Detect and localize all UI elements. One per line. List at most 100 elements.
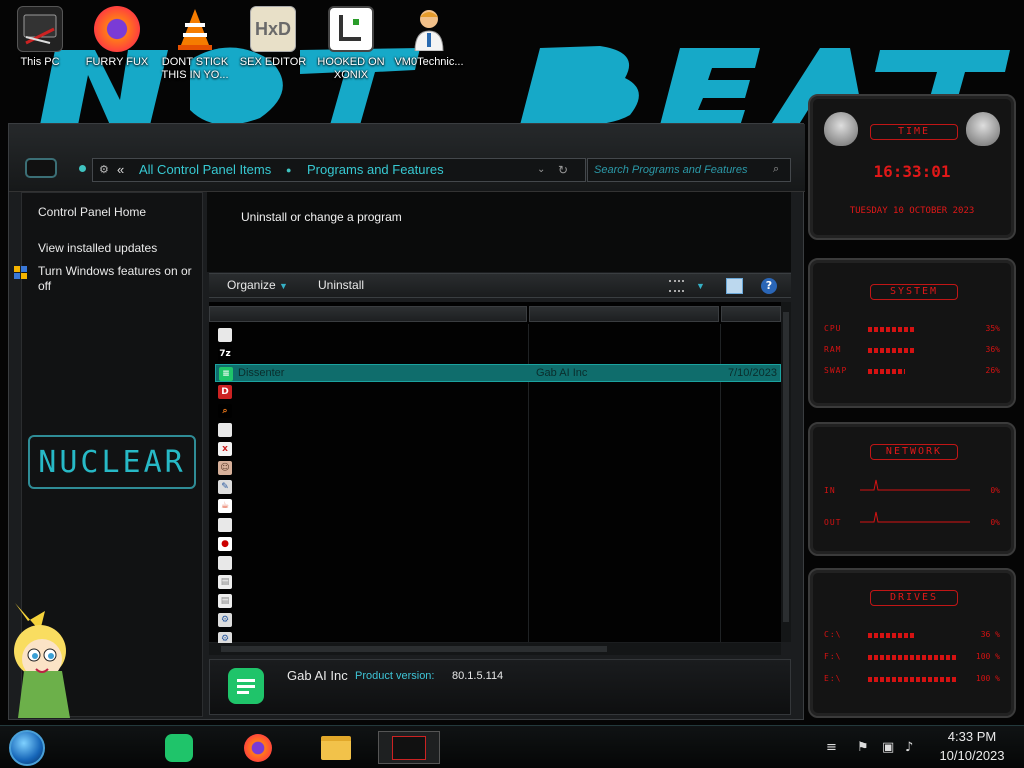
program-row[interactable] bbox=[215, 326, 781, 344]
setup-icon: ⚙ bbox=[218, 613, 232, 627]
windows-features-shield-icon bbox=[14, 265, 28, 279]
clock-date[interactable]: 10/10/2023 bbox=[930, 748, 1014, 763]
portrait-icon: ☺ bbox=[218, 461, 232, 475]
start-button[interactable] bbox=[9, 730, 45, 766]
desktop-icon-vlc[interactable]: DONT STICK THIS IN YO... bbox=[157, 6, 233, 82]
column-header-name[interactable] bbox=[209, 306, 527, 322]
back-forward-icon[interactable] bbox=[25, 158, 57, 178]
program-row[interactable]: ☕ bbox=[215, 497, 781, 515]
doc-icon: ▤ bbox=[218, 575, 232, 589]
gadget-usage-bar bbox=[868, 655, 958, 660]
drives-gadget: DRIVES C:\ 36 % F:\ 100 % E:\ 100 % bbox=[808, 568, 1016, 718]
nuclear-logo: NUCLEAR bbox=[28, 435, 196, 489]
date-display: TUESDAY 10 OCTOBER 2023 bbox=[849, 206, 975, 216]
desktop-icon-label: This PC bbox=[20, 56, 60, 68]
desktop-icon-label: FURRY FUX bbox=[85, 56, 149, 68]
help-icon[interactable]: ? bbox=[761, 278, 777, 294]
network-icon[interactable]: ▣ bbox=[882, 740, 894, 755]
program-row[interactable]: ▤ bbox=[215, 592, 781, 610]
breadcrumb-all-control-panel-items[interactable]: All Control Panel Items bbox=[139, 159, 271, 181]
program-row[interactable]: ● bbox=[215, 535, 781, 553]
gadget-row-label: SWAP bbox=[824, 366, 848, 375]
flag-icon[interactable]: ⚑ bbox=[857, 740, 869, 755]
search-icon: ⌕ bbox=[218, 404, 232, 418]
address-bar[interactable]: ⚙ « All Control Panel Items ● Programs a… bbox=[92, 158, 586, 182]
taskbar-media-button[interactable] bbox=[378, 731, 440, 764]
dissenter-app-icon bbox=[228, 668, 264, 704]
desktop-icon-sex-editor[interactable]: HxD SEX EDITOR bbox=[235, 6, 311, 69]
program-row-selected[interactable]: ≡ Dissenter Gab AI Inc 7/10/2023 bbox=[215, 364, 781, 382]
sidebar: Control Panel Home View installed update… bbox=[14, 192, 203, 718]
breadcrumb-programs-and-features[interactable]: Programs and Features bbox=[307, 159, 444, 181]
pen-icon: ✎ bbox=[218, 480, 232, 494]
turn-windows-features-link[interactable]: Turn Windows features on or off bbox=[38, 264, 200, 294]
program-row[interactable]: ▤ bbox=[215, 573, 781, 591]
view-installed-updates-link[interactable]: View installed updates bbox=[38, 241, 200, 256]
gadget-usage-bar bbox=[868, 633, 916, 638]
program-row[interactable] bbox=[215, 554, 781, 572]
program-row[interactable]: ⌕ bbox=[215, 402, 781, 420]
cartoon-sticker-image bbox=[14, 603, 70, 718]
refresh-icon[interactable]: ↻ bbox=[558, 159, 568, 181]
redhat-icon: ● bbox=[218, 537, 232, 551]
volume-icon[interactable]: ♪ bbox=[905, 740, 913, 755]
this-pc-icon bbox=[17, 6, 63, 52]
organize-dropdown-icon: ▼ bbox=[279, 281, 288, 291]
network-out-value: 0% bbox=[990, 518, 1000, 527]
7z-icon: 7z bbox=[218, 347, 232, 361]
technician-icon bbox=[406, 6, 452, 52]
horizontal-scroll-thumb[interactable] bbox=[221, 646, 607, 652]
control-panel-home-link[interactable]: Control Panel Home bbox=[38, 205, 200, 220]
control-panel-icon: ⚙ bbox=[99, 164, 109, 176]
window-icon bbox=[218, 518, 232, 532]
desktop-icon-this-pc[interactable]: This PC bbox=[2, 6, 78, 69]
time-title: TIME bbox=[870, 124, 958, 140]
address-overflow-chevron[interactable]: « bbox=[117, 159, 124, 181]
gadget-row-value: 36 % bbox=[980, 630, 1000, 639]
gadget-row-label: E:\ bbox=[824, 674, 842, 683]
program-publisher: Gab AI Inc bbox=[536, 367, 588, 379]
column-header-installed-on[interactable] bbox=[721, 306, 781, 322]
program-row[interactable]: 7z bbox=[215, 345, 781, 363]
network-gadget: NETWORK IN 0% OUT 0% bbox=[808, 422, 1016, 556]
vertical-scroll-thumb[interactable] bbox=[783, 312, 789, 622]
breadcrumb-separator-icon: ● bbox=[286, 165, 292, 175]
program-row[interactable] bbox=[215, 516, 781, 534]
program-list[interactable]: 7z ≡ Dissenter Gab AI Inc 7/10/2023 D ⌕ x ☺ ✎ ☕ ● ▤ ▤… bbox=[209, 302, 781, 646]
show-hidden-icons[interactable]: ≡ bbox=[826, 740, 837, 755]
program-row[interactable]: D bbox=[215, 383, 781, 401]
taskbar-dissenter-button[interactable] bbox=[160, 731, 198, 764]
search-input[interactable]: Search Programs and Features bbox=[587, 158, 791, 182]
change-view-icon[interactable] bbox=[669, 280, 684, 292]
address-dropdown-icon[interactable]: ⌄ bbox=[537, 159, 545, 181]
taskbar-file-explorer-button[interactable] bbox=[317, 731, 355, 764]
hxd-icon: HxD bbox=[250, 6, 296, 52]
program-row[interactable]: ⚙ bbox=[215, 611, 781, 629]
search-icon[interactable]: ⌕ bbox=[773, 162, 779, 176]
program-row[interactable]: ☺ bbox=[215, 459, 781, 477]
gadget-row-value: 26% bbox=[985, 366, 1000, 375]
vertical-scrollbar[interactable] bbox=[781, 302, 791, 642]
details-pane: Gab AI Inc Product version: 80.1.5.114 bbox=[209, 659, 791, 715]
organize-button[interactable]: Organize ▼ bbox=[227, 278, 288, 292]
recent-pages-icon[interactable] bbox=[79, 165, 86, 172]
horizontal-scrollbar[interactable] bbox=[209, 643, 781, 655]
uninstall-button[interactable]: Uninstall bbox=[318, 278, 364, 292]
dissenter-icon bbox=[165, 733, 193, 762]
network-in-label: IN bbox=[824, 486, 836, 495]
dissenter-icon: ≡ bbox=[219, 367, 233, 381]
program-row[interactable] bbox=[215, 421, 781, 439]
network-title: NETWORK bbox=[870, 444, 958, 460]
desktop-icon-xonix[interactable]: HOOKED ON XONIX bbox=[313, 6, 389, 82]
preview-pane-icon[interactable] bbox=[726, 278, 743, 294]
program-row[interactable]: x bbox=[215, 440, 781, 458]
view-dropdown-icon[interactable]: ▼ bbox=[696, 281, 705, 291]
desktop-icon-furry-fux[interactable]: FURRY FUX bbox=[79, 6, 155, 69]
taskbar-firefox-button[interactable] bbox=[239, 731, 277, 764]
clock-time[interactable]: 4:33 PM bbox=[930, 729, 1014, 744]
desktop-icon-label: HOOKED ON XONIX bbox=[317, 56, 385, 81]
desktop-icon-vm0technic[interactable]: VM0Technic... bbox=[391, 6, 467, 69]
column-header-publisher[interactable] bbox=[529, 306, 719, 322]
program-row[interactable]: ✎ bbox=[215, 478, 781, 496]
details-publisher: Gab AI Inc bbox=[287, 668, 348, 683]
